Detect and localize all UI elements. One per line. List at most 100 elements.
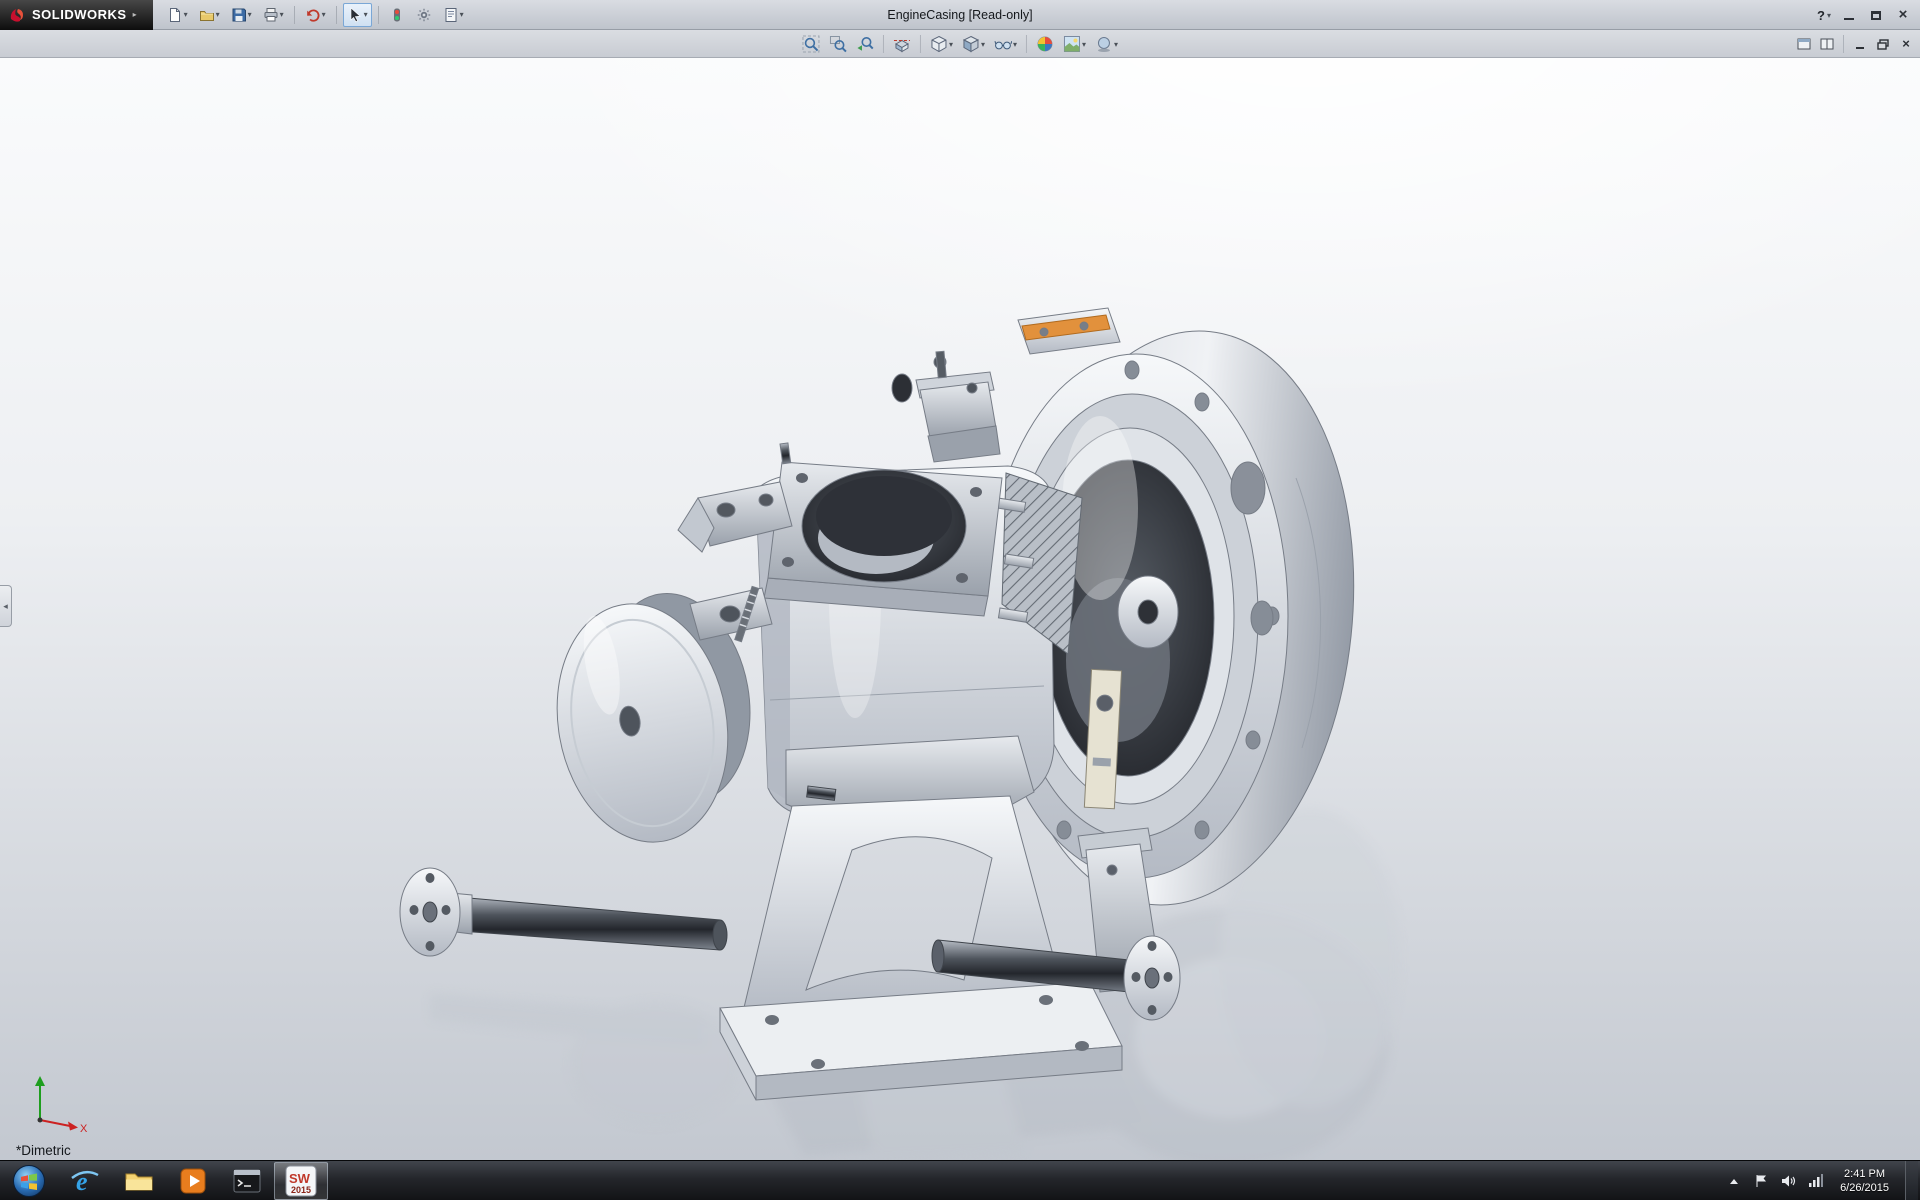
action-center-tray-icon[interactable] [1752,1172,1770,1190]
zoom-to-area-button[interactable] [827,34,849,54]
minimize-button[interactable] [1840,6,1858,24]
quick-access-toolbar: ▾ ▾ ▾ ▾ ▾ [163,3,468,27]
titlebar: SOLIDWORKS ▸ ▾ ▾ ▾ [0,0,1920,30]
featuremanager-collapsed-tab[interactable]: ◂ [0,585,12,627]
select-button[interactable]: ▾ [343,3,372,27]
close-icon: × [1902,37,1910,51]
network-tray-icon[interactable] [1806,1172,1824,1190]
taskbar-clock[interactable]: 2:41 PM 6/26/2015 [1833,1167,1896,1195]
heads-up-toolbar: ▾ ▾ ▾ [800,30,1120,58]
taskbar-command-prompt[interactable] [220,1162,274,1200]
new-document-button[interactable]: ▾ [163,3,192,27]
dropdown-arrow-icon: ▾ [280,10,284,19]
section-view-button[interactable] [891,34,913,54]
internet-explorer-icon: e [70,1166,100,1196]
engine-casing-model [0,58,1920,1160]
previous-view-icon [856,35,874,53]
new-document-icon [167,7,183,23]
toolbar-separator [336,6,337,24]
section-view-icon [893,35,911,53]
close-icon: × [1899,8,1908,22]
dropdown-arrow-icon: ▾ [1082,40,1086,49]
open-button[interactable]: ▾ [195,3,224,27]
toolbar-separator [920,35,921,53]
solidworks-icon-letters: SW [289,1171,311,1186]
dropdown-arrow-icon: ▾ [216,10,220,19]
system-tray: 2:41 PM 6/26/2015 [1725,1161,1920,1200]
top-bracket [892,351,1000,462]
apply-scene-button[interactable]: ▾ [1061,34,1088,54]
zoom-to-area-icon [829,35,847,53]
toolbar-separator [294,6,295,24]
save-button[interactable]: ▾ [227,3,256,27]
split-window-icon [1820,38,1834,50]
solidworks-icon-year: 2015 [291,1185,311,1195]
undo-button[interactable]: ▾ [301,3,330,27]
undo-icon [305,7,321,23]
start-button[interactable] [0,1162,58,1200]
windows-start-orb-icon [12,1164,46,1198]
select-cursor-icon [347,7,363,23]
network-bars-icon [1808,1174,1823,1187]
file-properties-button[interactable]: ▾ [439,3,468,27]
zoom-to-fit-button[interactable] [800,34,822,54]
view-orientation-label: *Dimetric [16,1143,71,1158]
dropdown-arrow-icon: ▾ [1827,11,1831,20]
taskbar-media-player[interactable] [166,1162,220,1200]
file-properties-icon [443,7,459,23]
reference-triad: X [26,1074,90,1134]
split-window-button[interactable] [1818,36,1836,52]
apply-scene-icon [1063,35,1081,53]
triad-x-label: X [80,1123,88,1134]
display-style-button[interactable]: ▾ [960,34,987,54]
show-hidden-icons-button[interactable] [1725,1172,1743,1190]
taskbar-windows-explorer[interactable] [112,1162,166,1200]
media-player-icon [178,1166,208,1196]
document-close-button[interactable]: × [1897,36,1915,52]
clock-date: 6/26/2015 [1840,1181,1889,1195]
document-minimize-button[interactable] [1851,36,1869,52]
flag-icon [1754,1174,1768,1188]
print-icon [263,7,279,23]
taskbar-apps: e SW 20 [0,1161,328,1200]
heads-up-view-bar: ▾ ▾ ▾ [0,30,1920,58]
close-button[interactable]: × [1894,6,1912,24]
taskbar-solidworks-2015[interactable]: SW 2015 [274,1162,328,1200]
new-window-button[interactable] [1795,36,1813,52]
print-button[interactable]: ▾ [259,3,288,27]
edit-appearance-button[interactable] [1034,34,1056,54]
volume-tray-icon[interactable] [1779,1172,1797,1190]
toolbar-separator [378,6,379,24]
command-prompt-icon [232,1166,262,1196]
dassault-logo-icon [8,6,26,24]
dropdown-arrow-icon: ▾ [1114,40,1118,49]
taskbar-internet-explorer[interactable]: e [58,1162,112,1200]
options-button[interactable] [412,3,436,27]
rebuild-button[interactable] [385,3,409,27]
hide-show-items-button[interactable]: ▾ [992,34,1019,54]
view-settings-button[interactable]: ▾ [1093,34,1120,54]
view-orientation-cube-icon [930,35,948,53]
graphics-viewport[interactable]: ◂ X *Dimetric [0,58,1920,1160]
view-orientation-button[interactable]: ▾ [928,34,955,54]
restore-icon [1877,39,1889,50]
maximize-button[interactable] [1867,6,1885,24]
solidworks-app-icon: SW 2015 [284,1164,318,1198]
dropdown-arrow-icon: ▾ [322,10,326,19]
chevron-up-icon [1729,1177,1739,1185]
minimize-icon [1856,40,1864,49]
help-button[interactable]: ? ▾ [1817,8,1831,23]
display-style-icon [962,35,980,53]
speaker-icon [1781,1174,1796,1188]
toolbar-separator [1026,35,1027,53]
gear-icon [416,7,432,23]
solidworks-menu-logo[interactable]: SOLIDWORKS ▸ [0,0,153,30]
maximize-icon [1871,11,1881,20]
show-desktop-button[interactable] [1905,1161,1918,1200]
clock-time: 2:41 PM [1840,1167,1889,1181]
minimize-icon [1844,11,1854,20]
previous-view-button[interactable] [854,34,876,54]
document-restore-button[interactable] [1874,36,1892,52]
expand-arrow-icon: ◂ [3,601,8,612]
dropdown-arrow-icon: ▾ [364,10,368,19]
